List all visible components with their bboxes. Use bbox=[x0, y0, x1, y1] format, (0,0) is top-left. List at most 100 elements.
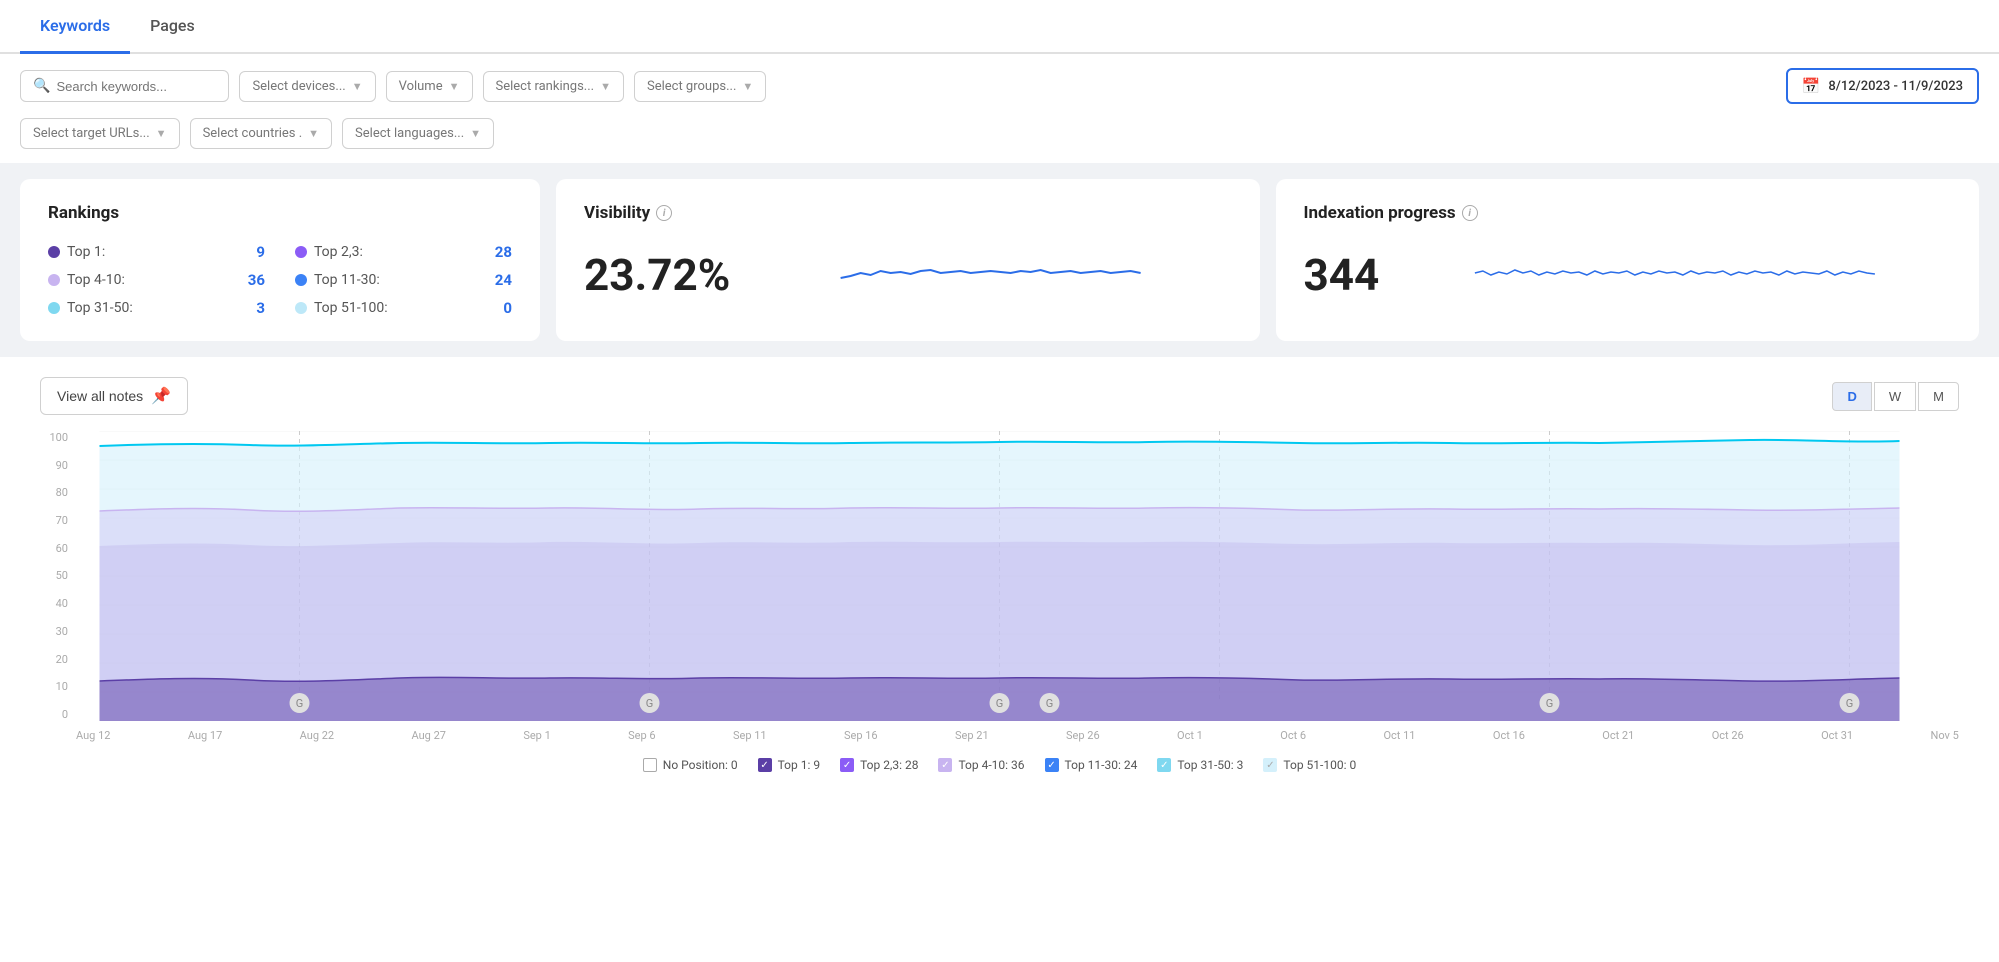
legend-top1[interactable]: ✓ Top 1: 9 bbox=[758, 758, 821, 772]
top3150-dot bbox=[48, 302, 60, 314]
legend-checkbox-top3150[interactable]: ✓ bbox=[1157, 758, 1171, 772]
visibility-content: 23.72% bbox=[584, 243, 1232, 307]
stats-row: Rankings Top 1: 9 Top 2,3: 28 bbox=[0, 163, 1999, 357]
groups-label: Select groups... bbox=[647, 79, 736, 94]
legend-top23[interactable]: ✓ Top 2,3: 28 bbox=[840, 758, 918, 772]
top23-value: 28 bbox=[495, 243, 512, 261]
legend-checkbox-top51100[interactable]: ✓ bbox=[1263, 758, 1277, 772]
chevron-down-icon: ▼ bbox=[449, 80, 460, 93]
visibility-value: 23.72% bbox=[584, 249, 730, 301]
rank-item-top3150: Top 31-50: 3 bbox=[48, 299, 265, 317]
top51100-label: Top 51-100: bbox=[314, 300, 388, 316]
rankings-grid: Top 1: 9 Top 2,3: 28 Top 4-10: bbox=[48, 243, 512, 317]
rankings-card: Rankings Top 1: 9 Top 2,3: 28 bbox=[20, 179, 540, 341]
legend-checkbox-top1[interactable]: ✓ bbox=[758, 758, 772, 772]
top23-dot bbox=[295, 246, 307, 258]
svg-text:G: G bbox=[996, 697, 1004, 710]
groups-filter[interactable]: Select groups... ▼ bbox=[634, 71, 766, 102]
rank-item-top410: Top 4-10: 36 bbox=[48, 271, 265, 289]
top410-value: 36 bbox=[248, 271, 265, 289]
rank-item-top51100: Top 51-100: 0 bbox=[295, 299, 512, 317]
volume-filter[interactable]: Volume ▼ bbox=[386, 71, 473, 102]
countries-filter[interactable]: Select countries . ▼ bbox=[190, 118, 332, 149]
legend-no-position[interactable]: No Position: 0 bbox=[643, 758, 738, 772]
legend-top1130[interactable]: ✓ Top 11-30: 24 bbox=[1045, 758, 1138, 772]
devices-filter[interactable]: Select devices... ▼ bbox=[239, 71, 375, 102]
search-icon: 🔍 bbox=[33, 78, 50, 94]
top51100-value: 0 bbox=[503, 299, 512, 317]
period-month-button[interactable]: M bbox=[1918, 382, 1959, 411]
app-container: Keywords Pages 🔍 Select devices... ▼ Vol… bbox=[0, 0, 1999, 962]
svg-text:G: G bbox=[646, 697, 654, 710]
chart-wrapper: 100 90 80 70 60 50 40 30 20 10 0 bbox=[40, 431, 1959, 742]
countries-label: Select countries . bbox=[203, 126, 303, 141]
volume-label: Volume bbox=[399, 79, 443, 94]
legend-checkbox-top23[interactable]: ✓ bbox=[840, 758, 854, 772]
top1-dot bbox=[48, 246, 60, 258]
indexation-value: 344 bbox=[1304, 249, 1380, 301]
legend-top3150[interactable]: ✓ Top 31-50: 3 bbox=[1157, 758, 1243, 772]
top1-value: 9 bbox=[256, 243, 265, 261]
period-week-button[interactable]: W bbox=[1874, 382, 1916, 411]
tab-pages[interactable]: Pages bbox=[130, 0, 215, 54]
indexation-info-icon[interactable]: i bbox=[1462, 205, 1478, 221]
chevron-down-icon: ▼ bbox=[600, 80, 611, 93]
devices-label: Select devices... bbox=[252, 79, 345, 94]
top3150-value: 3 bbox=[256, 299, 265, 317]
chart-section: View all notes 📌 D W M 100 90 80 70 60 5… bbox=[20, 357, 1979, 792]
legend-top410[interactable]: ✓ Top 4-10: 36 bbox=[938, 758, 1024, 772]
languages-label: Select languages... bbox=[355, 126, 464, 141]
view-notes-label: View all notes bbox=[57, 388, 143, 404]
filter-row-1: 🔍 Select devices... ▼ Volume ▼ Select ra… bbox=[0, 54, 1999, 118]
top1130-value: 24 bbox=[495, 271, 512, 289]
visibility-card: Visibility i 23.72% bbox=[556, 179, 1260, 341]
legend-top51100[interactable]: ✓ Top 51-100: 0 bbox=[1263, 758, 1356, 772]
chevron-down-icon: ▼ bbox=[156, 127, 167, 140]
chart-controls: View all notes 📌 D W M bbox=[40, 377, 1959, 415]
legend-checkbox-top1130[interactable]: ✓ bbox=[1045, 758, 1059, 772]
x-axis-labels: Aug 12 Aug 17 Aug 22 Aug 27 Sep 1 Sep 6 … bbox=[76, 725, 1959, 742]
svg-text:G: G bbox=[1546, 697, 1554, 710]
filter-row-2: Select target URLs... ▼ Select countries… bbox=[0, 118, 1999, 163]
period-buttons: D W M bbox=[1832, 382, 1959, 411]
period-day-button[interactable]: D bbox=[1832, 382, 1871, 411]
rankings-filter[interactable]: Select rankings... ▼ bbox=[483, 71, 624, 102]
top23-label: Top 2,3: bbox=[314, 244, 363, 260]
legend-checkbox-no-position[interactable] bbox=[643, 758, 657, 772]
indexation-content: 344 bbox=[1304, 243, 1952, 307]
rank-item-top1: Top 1: 9 bbox=[48, 243, 265, 261]
view-all-notes-button[interactable]: View all notes 📌 bbox=[40, 377, 188, 415]
pin-icon: 📌 bbox=[151, 386, 171, 406]
languages-filter[interactable]: Select languages... ▼ bbox=[342, 118, 494, 149]
calendar-icon: 📅 bbox=[1802, 77, 1821, 95]
search-keywords-input[interactable]: 🔍 bbox=[20, 70, 229, 102]
top410-dot bbox=[48, 274, 60, 286]
chevron-down-icon: ▼ bbox=[352, 80, 363, 93]
top1130-label: Top 11-30: bbox=[314, 272, 380, 288]
indexation-sparkline bbox=[1399, 243, 1951, 307]
rankings-label: Select rankings... bbox=[496, 79, 595, 94]
svg-text:G: G bbox=[296, 697, 304, 710]
main-chart-svg: G G G G G G bbox=[40, 431, 1959, 721]
indexation-card: Indexation progress i 344 bbox=[1276, 179, 1980, 341]
chart-legend: No Position: 0 ✓ Top 1: 9 ✓ Top 2,3: 28 … bbox=[40, 758, 1959, 772]
date-range-filter[interactable]: 📅 8/12/2023 - 11/9/2023 bbox=[1786, 68, 1979, 104]
svg-text:G: G bbox=[1846, 697, 1854, 710]
target-urls-filter[interactable]: Select target URLs... ▼ bbox=[20, 118, 180, 149]
visibility-title: Visibility i bbox=[584, 203, 1232, 223]
chevron-down-icon: ▼ bbox=[308, 127, 319, 140]
visibility-sparkline bbox=[750, 243, 1231, 307]
visibility-info-icon[interactable]: i bbox=[656, 205, 672, 221]
rank-item-top23: Top 2,3: 28 bbox=[295, 243, 512, 261]
indexation-title: Indexation progress i bbox=[1304, 203, 1952, 223]
search-keywords-field[interactable] bbox=[56, 79, 216, 94]
tab-keywords[interactable]: Keywords bbox=[20, 0, 130, 54]
top1130-dot bbox=[295, 274, 307, 286]
top1-label: Top 1: bbox=[67, 244, 105, 260]
date-range-value: 8/12/2023 - 11/9/2023 bbox=[1828, 79, 1963, 94]
target-urls-label: Select target URLs... bbox=[33, 126, 150, 141]
chevron-down-icon: ▼ bbox=[470, 127, 481, 140]
top51100-dot bbox=[295, 302, 307, 314]
legend-checkbox-top410[interactable]: ✓ bbox=[938, 758, 952, 772]
rank-item-top1130: Top 11-30: 24 bbox=[295, 271, 512, 289]
